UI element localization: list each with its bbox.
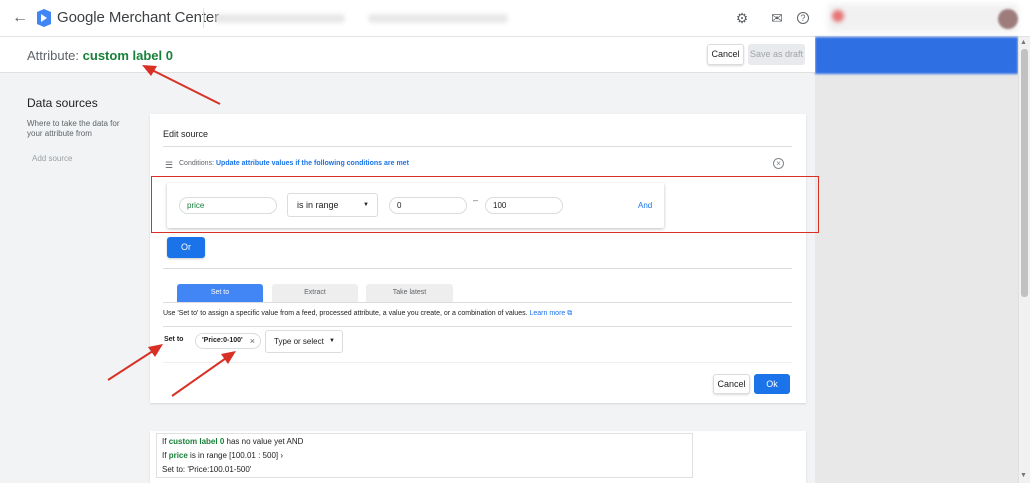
add-source-link[interactable]: Add source: [32, 154, 72, 163]
blurred-account-switcher[interactable]: [828, 4, 1018, 32]
arrow-left-icon[interactable]: ←: [12, 9, 28, 27]
blurred-account-info: [215, 14, 345, 23]
divider: [163, 146, 792, 147]
account-badge: [832, 10, 844, 22]
summary-text: If: [162, 451, 167, 460]
attribute-prefix: Attribute:: [27, 48, 80, 63]
value-chip-text: 'Price:0-100': [202, 337, 243, 344]
scroll-up-icon[interactable]: ▲: [1020, 39, 1027, 46]
value-chip[interactable]: 'Price:0-100' ×: [195, 333, 261, 349]
save-draft-button[interactable]: Save as draft: [748, 44, 805, 65]
divider: [163, 302, 792, 303]
divider: [163, 326, 792, 327]
conditions-description: Update attribute values if the following…: [215, 160, 409, 167]
help-icon[interactable]: ?: [797, 12, 809, 24]
edit-source-card: [150, 114, 806, 403]
summary-line: If custom label 0 has no value yet AND: [162, 437, 303, 446]
summary-text: If: [162, 437, 167, 446]
scroll-down-icon[interactable]: ▼: [1020, 472, 1027, 479]
top-bar: ← Google Merchant Center ⚙ ✉ ?: [0, 0, 1030, 37]
divider: [203, 8, 204, 28]
merchant-center-logo: [37, 9, 51, 27]
app-title: Google Merchant Center: [57, 9, 220, 26]
editor-cancel-button[interactable]: Cancel: [713, 374, 750, 394]
help-description: Use 'Set to' to assign a specific value …: [163, 310, 528, 317]
divider: [163, 362, 792, 363]
summary-attribute: custom label 0: [168, 437, 225, 446]
filter-icon: ☰: [165, 160, 174, 170]
tab-take-latest[interactable]: Take latest: [366, 284, 453, 302]
scrollbar-thumb[interactable]: [1021, 49, 1028, 297]
or-button[interactable]: Or: [167, 237, 205, 258]
card-title: Edit source: [163, 129, 209, 139]
type-select-label: Type or select: [274, 337, 324, 346]
close-icon[interactable]: ×: [773, 158, 784, 169]
section-title: Data sources: [27, 96, 98, 110]
mail-icon[interactable]: ✉: [769, 10, 785, 26]
side-panel-header: [815, 37, 1018, 74]
avatar[interactable]: [998, 9, 1018, 29]
page-title: Attribute: custom label 0: [27, 48, 173, 63]
tab-set-to[interactable]: Set to: [177, 284, 263, 302]
annotation-highlight-box: [151, 176, 819, 233]
conditions-prefix: Conditions:: [179, 160, 215, 167]
cancel-button[interactable]: Cancel: [707, 44, 744, 65]
summary-text: is in range [100.01 : 500] ›: [190, 451, 283, 460]
learn-more-link[interactable]: Learn more: [530, 310, 566, 317]
ok-button[interactable]: Ok: [754, 374, 790, 394]
summary-attribute: price: [168, 451, 188, 460]
external-link-icon: ⧉: [567, 310, 573, 317]
gear-icon[interactable]: ⚙: [734, 10, 750, 26]
caret-down-icon: ▼: [329, 338, 335, 344]
conditions-header: Conditions: Update attribute values if t…: [179, 160, 409, 167]
close-icon[interactable]: ×: [250, 334, 255, 348]
summary-line: Set to: 'Price:100.01-500': [162, 465, 252, 474]
help-text: Use 'Set to' to assign a specific value …: [163, 310, 572, 318]
attribute-name: custom label 0: [82, 48, 173, 63]
section-description: Where to take the data for your attribut…: [27, 119, 120, 138]
tab-extract[interactable]: Extract: [272, 284, 358, 302]
type-or-select-dropdown[interactable]: Type or select ▼: [265, 330, 343, 353]
set-to-label: Set to: [164, 336, 184, 343]
side-panel: [815, 37, 1018, 483]
summary-line: If price is in range [100.01 : 500] ›: [162, 451, 283, 460]
blurred-account-id: [368, 14, 508, 23]
summary-text: has no value yet AND: [226, 437, 304, 446]
divider: [163, 268, 792, 269]
